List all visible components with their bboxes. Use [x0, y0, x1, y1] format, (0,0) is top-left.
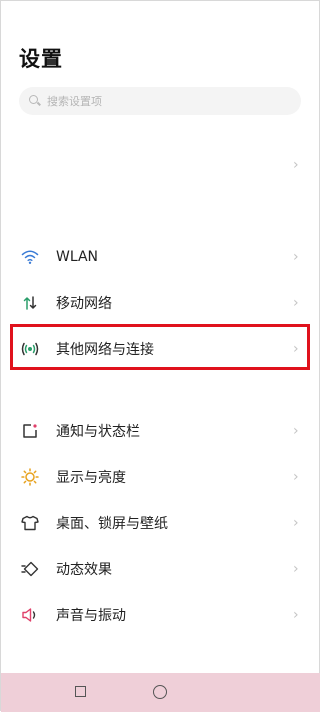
- wallpaper-icon: [21, 514, 39, 532]
- settings-item-sound[interactable]: 声音与振动 ›: [1, 595, 320, 635]
- mobile-data-icon: [21, 294, 39, 312]
- sound-icon: [21, 606, 39, 624]
- account-row-blurred[interactable]: ›: [19, 151, 309, 181]
- settings-item-label: 显示与亮度: [56, 470, 126, 486]
- chevron-right-icon: ›: [293, 561, 299, 577]
- chevron-right-icon: ›: [293, 515, 299, 531]
- page-title: 设置: [19, 47, 63, 71]
- brightness-icon: [21, 468, 39, 486]
- settings-item-wlan[interactable]: WLAN ›: [1, 237, 320, 277]
- settings-item-label: WLAN: [56, 249, 99, 265]
- settings-screen: 设置 搜索设置项 › WLAN › 移动网络 › 其他网络与连接 › 通知与状态…: [0, 0, 320, 712]
- wifi-icon: [21, 248, 39, 266]
- settings-item-display[interactable]: 显示与亮度 ›: [1, 457, 320, 497]
- settings-item-label: 移动网络: [56, 296, 112, 312]
- chevron-right-icon: ›: [293, 157, 299, 173]
- settings-item-label: 动态效果: [56, 562, 112, 578]
- settings-item-label: 声音与振动: [56, 608, 126, 624]
- highlight-box: [10, 324, 310, 370]
- settings-item-label: 桌面、锁屏与壁纸: [56, 516, 168, 532]
- settings-item-wallpaper[interactable]: 桌面、锁屏与壁纸 ›: [1, 503, 320, 543]
- settings-item-mobile-network[interactable]: 移动网络 ›: [1, 283, 320, 323]
- navigation-bar: [1, 673, 320, 712]
- settings-item-label: 通知与状态栏: [56, 424, 140, 440]
- settings-item-animations[interactable]: 动态效果 ›: [1, 549, 320, 589]
- home-button[interactable]: [153, 685, 167, 699]
- search-input[interactable]: 搜索设置项: [19, 87, 301, 115]
- chevron-right-icon: ›: [293, 423, 299, 439]
- chevron-right-icon: ›: [293, 249, 299, 265]
- notification-icon: [21, 422, 39, 440]
- recent-apps-button[interactable]: [75, 686, 86, 697]
- search-placeholder: 搜索设置项: [47, 95, 102, 108]
- animation-icon: [21, 560, 39, 578]
- settings-item-notifications[interactable]: 通知与状态栏 ›: [1, 411, 320, 451]
- chevron-right-icon: ›: [293, 607, 299, 623]
- chevron-right-icon: ›: [293, 295, 299, 311]
- search-icon: [29, 95, 41, 107]
- chevron-right-icon: ›: [293, 469, 299, 485]
